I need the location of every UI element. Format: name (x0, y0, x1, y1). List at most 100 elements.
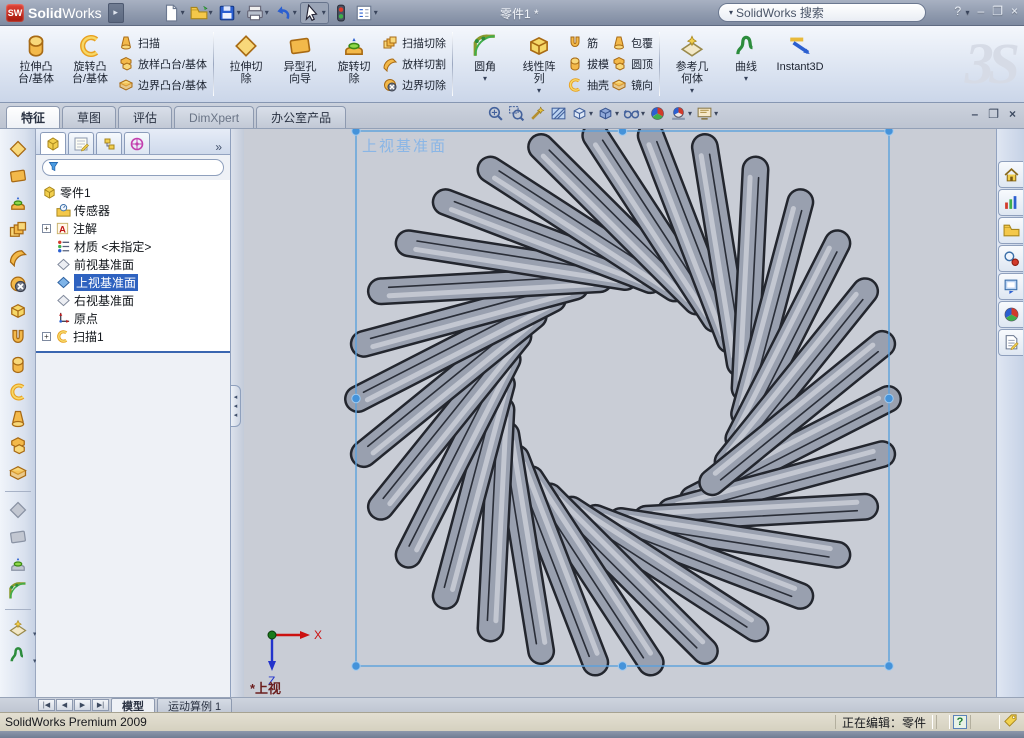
plane-feature-icon[interactable] (6, 272, 30, 296)
box-icon[interactable] (6, 434, 30, 458)
tree-item-零件1[interactable]: 零件1 (36, 183, 230, 201)
ribbon-button-loft[interactable]: 放样凸台/基体 (118, 55, 207, 73)
ribbon-button-instant3d[interactable]: Instant3D (774, 29, 826, 99)
doc-tab-模型[interactable]: 模型 (111, 698, 155, 713)
ribbon-button-boundary[interactable]: 边界凸台/基体 (118, 76, 207, 94)
selection-handle[interactable] (351, 129, 361, 136)
open-icon[interactable]: ▾ (188, 3, 215, 23)
selection-handle[interactable] (884, 129, 894, 136)
tree-item-原点[interactable]: 原点 (36, 309, 230, 327)
rebuild-icon[interactable] (330, 3, 352, 23)
tree-filter-input[interactable] (42, 159, 224, 176)
tree-item-前视基准面[interactable]: 前视基准面 (36, 255, 230, 273)
tab-特征[interactable]: 特征 (6, 106, 61, 128)
dimxpertmanager-tab[interactable] (124, 132, 150, 154)
tree-item-材质 <未指定>[interactable]: 材质 <未指定> (36, 237, 230, 255)
graphics-viewport[interactable]: X Z 上视基准面 *上视 (244, 129, 996, 697)
shell-icon[interactable] (6, 461, 30, 485)
menu-expand-button[interactable]: ▸ (107, 2, 124, 23)
panel-splitter[interactable]: ◂ ◂ ◂ (231, 129, 244, 697)
tab-评估[interactable]: 评估 (118, 106, 173, 128)
ribbon-button-boundary-cut[interactable]: 边界切除 (382, 76, 446, 94)
mirror-gray-icon[interactable] (6, 525, 30, 549)
search-input[interactable]: SolidWorks 搜索 (736, 4, 824, 21)
selection-handle[interactable] (351, 393, 361, 404)
boundary-icon[interactable] (6, 245, 30, 269)
propertymanager-tab[interactable] (68, 132, 94, 154)
fillet-icon[interactable] (6, 579, 30, 603)
loft-icon[interactable] (6, 218, 30, 242)
tree-item-右视基准面[interactable]: 右视基准面 (36, 291, 230, 309)
selection-handle[interactable] (884, 661, 894, 671)
selection-handle[interactable] (617, 661, 628, 671)
tab-nav-3[interactable]: ▶| (92, 699, 109, 711)
tab-nav-1[interactable]: ◀ (56, 699, 73, 711)
tree-item-传感器[interactable]: 传感器 (36, 201, 230, 219)
pattern-gray-icon[interactable] (6, 498, 30, 522)
tab-nav-2[interactable]: ▶ (74, 699, 91, 711)
expander-icon[interactable]: + (42, 331, 51, 341)
featuremanager-tab[interactable] (40, 132, 66, 154)
tree-item-扫描1[interactable]: + 扫描1 (36, 327, 230, 345)
tree-item-注解[interactable]: + A 注解 (36, 219, 230, 237)
selection-handle[interactable] (351, 661, 361, 671)
undo-icon[interactable]: ▾ (272, 3, 299, 23)
selection-handle[interactable] (617, 129, 628, 136)
hide-show-items-icon[interactable]: ▾ (623, 105, 645, 122)
ribbon-button-revolve-boss[interactable]: 旋转凸 台/基体 (64, 29, 116, 99)
close-button[interactable]: × (1011, 4, 1018, 18)
zoom-to-fit-icon[interactable] (487, 105, 504, 122)
apply-scene-icon[interactable]: ▾ (670, 105, 692, 122)
panel-tabs-overflow[interactable]: » (215, 140, 226, 154)
ribbon-button-loft-cut[interactable]: 放样切割 (382, 55, 446, 73)
restore-button[interactable]: ❐ (992, 4, 1003, 18)
reference-geometry-icon[interactable]: ▾ (6, 616, 37, 640)
tag-icon[interactable] (1003, 713, 1018, 731)
save-icon[interactable]: ▾ (216, 3, 243, 23)
minimize-button[interactable]: – (978, 4, 985, 18)
doc-restore-button[interactable]: ❐ (988, 107, 999, 121)
tree-item-上视基准面[interactable]: 上视基准面 (36, 273, 230, 291)
expander-icon[interactable]: + (42, 223, 51, 233)
file-explorer-icon[interactable] (998, 217, 1023, 244)
tab-草图[interactable]: 草图 (62, 106, 117, 128)
surface-icon[interactable] (6, 299, 30, 323)
panel-collapse-handle[interactable]: ◂ ◂ ◂ (231, 385, 241, 427)
ribbon-button-dome[interactable]: 圆顶 (611, 55, 653, 73)
edit-appearance-icon[interactable] (649, 105, 666, 122)
tab-办公室产品[interactable]: 办公室产品 (256, 106, 347, 128)
ribbon-button-wrap[interactable]: 包覆 (611, 34, 653, 52)
solidworks-resources-icon[interactable] (998, 161, 1023, 188)
delete-face-icon[interactable] (6, 407, 30, 431)
boss-icon[interactable] (6, 326, 30, 350)
ribbon-button-mirror[interactable]: 镜向 (611, 76, 653, 94)
design-library-icon[interactable] (998, 189, 1023, 216)
appearances-scenes-icon[interactable] (998, 301, 1023, 328)
custom-properties-icon[interactable] (998, 329, 1023, 356)
print-icon[interactable]: ▾ (244, 3, 271, 23)
tab-DimXpert[interactable]: DimXpert (174, 106, 255, 128)
ribbon-button-rib[interactable]: 筋 (567, 34, 609, 52)
search-box[interactable]: ▾ SolidWorks 搜索 (718, 3, 926, 22)
model-canvas[interactable]: X Z (244, 129, 996, 697)
zoom-to-area-icon[interactable] (508, 105, 525, 122)
options-icon[interactable]: ▾ (353, 3, 380, 23)
search-tab-icon[interactable] (998, 245, 1023, 272)
section-view-icon[interactable] (550, 105, 567, 122)
flex-icon[interactable] (6, 380, 30, 404)
sweep-icon[interactable] (6, 191, 30, 215)
quick-tips-icon[interactable]: ? (953, 715, 967, 729)
tab-nav-0[interactable]: |◀ (38, 699, 55, 711)
new-document-icon[interactable]: ▾ (160, 3, 187, 23)
selection-handle[interactable] (884, 393, 894, 404)
configurationmanager-tab[interactable] (96, 132, 122, 154)
ribbon-button-sweep[interactable]: 扫描 (118, 34, 207, 52)
revolve-boss-icon[interactable] (6, 164, 30, 188)
ribbon-button-extrude-cut[interactable]: 拉伸切除 (220, 29, 272, 99)
ribbon-button-sweep-cut[interactable]: 扫描切除 (382, 34, 446, 52)
ribbon-button-shell[interactable]: 抽壳 (567, 76, 609, 94)
ribbon-button-reference-geometry[interactable]: 参考几 何体 ▾ (666, 29, 718, 99)
view-orientation-icon[interactable]: ▾ (571, 105, 593, 122)
ribbon-button-hole-wizard[interactable]: 异型孔 向导 (274, 29, 326, 99)
ribbon-button-extrude-boss[interactable]: 拉伸凸 台/基体 (10, 29, 62, 99)
